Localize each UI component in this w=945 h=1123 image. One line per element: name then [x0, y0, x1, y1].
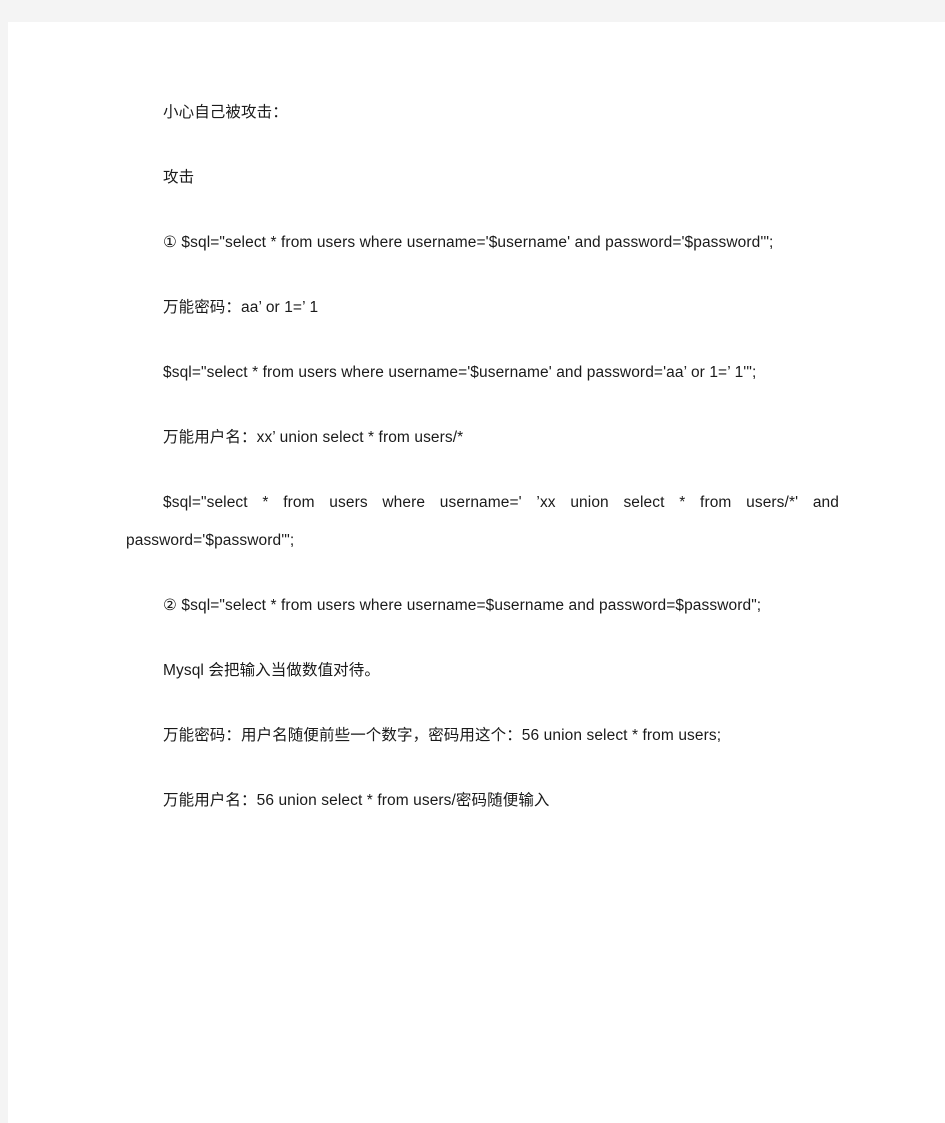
- paragraph-sql-item-1: ① $sql="select * from users where userna…: [163, 234, 774, 251]
- paragraph-universal-username-2: 万能用户名：56 union select * from users/密码随便输…: [163, 792, 550, 809]
- paragraph-sql-username-injection: $sql="select * from users where username…: [126, 494, 839, 549]
- document-page: 小心自己被攻击： 攻击 ① $sql="select * from users …: [8, 22, 945, 1123]
- paragraph-sql-password-injection: $sql="select * from users where username…: [163, 364, 757, 381]
- paragraph-mysql-note: Mysql 会把输入当做数值对待。: [163, 662, 380, 679]
- paragraph-section-attack: 攻击: [163, 169, 195, 186]
- paragraph-sql-item-2: ② $sql="select * from users where userna…: [163, 597, 762, 614]
- document-body: 小心自己被攻击： 攻击 ① $sql="select * from users …: [126, 94, 839, 847]
- page-left-strip: [0, 0, 8, 1123]
- paragraph-universal-password-2: 万能密码：用户名随便前些一个数字，密码用这个：56 union select *…: [163, 727, 722, 744]
- paragraph-universal-username-1: 万能用户名：xx’ union select * from users/*: [163, 429, 464, 446]
- paragraph-heading-warning: 小心自己被攻击：: [163, 104, 288, 121]
- paragraph-universal-password-1: 万能密码：aa’ or 1=’ 1: [163, 299, 319, 316]
- page-top-band: [0, 0, 945, 22]
